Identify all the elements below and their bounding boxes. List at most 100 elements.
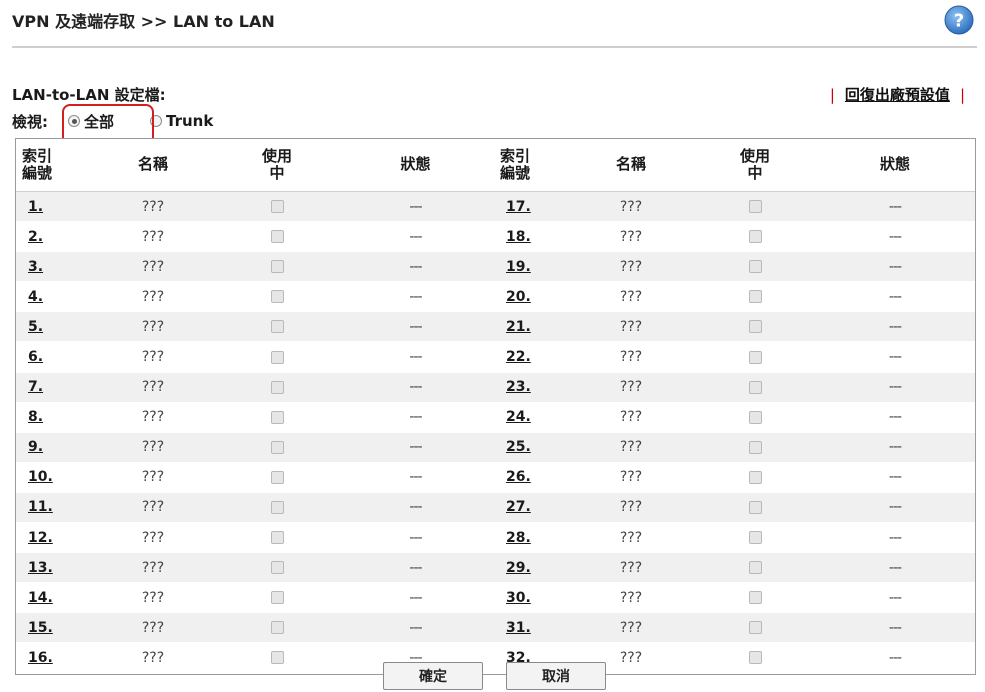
enable-checkbox[interactable] — [270, 200, 284, 214]
profile-index-link[interactable]: 17. — [506, 199, 531, 215]
enable-checkbox[interactable] — [270, 591, 284, 605]
separator-left: | — [829, 86, 835, 104]
table-row: 9.??? --- 25.??? --- — [16, 432, 975, 463]
enable-checkbox[interactable] — [270, 260, 284, 274]
enable-checkbox[interactable] — [748, 380, 762, 394]
profile-status: --- — [815, 402, 975, 433]
profile-index-link[interactable]: 15. — [28, 620, 53, 636]
enable-checkbox[interactable] — [748, 621, 762, 635]
profile-index-link[interactable]: 11. — [28, 499, 53, 515]
view-option-trunk-label: Trunk — [166, 112, 214, 130]
radio-all[interactable] — [68, 115, 80, 127]
profile-name: ??? — [567, 552, 695, 584]
profile-index-link[interactable]: 19. — [506, 259, 531, 275]
profile-index-link[interactable]: 20. — [506, 289, 531, 305]
table-row: 8.??? --- 24.??? --- — [16, 402, 975, 433]
view-option-trunk[interactable]: Trunk — [150, 112, 213, 130]
profile-index-link[interactable]: 3. — [28, 259, 43, 275]
profile-status: --- — [815, 642, 975, 674]
radio-trunk[interactable] — [150, 115, 163, 127]
enable-checkbox[interactable] — [748, 531, 762, 545]
view-option-all[interactable]: 全部 — [68, 111, 114, 132]
profile-index-link[interactable]: 31. — [506, 620, 531, 636]
profile-index-link[interactable]: 26. — [506, 469, 531, 485]
profile-index-link[interactable]: 18. — [506, 229, 531, 245]
ok-button[interactable]: 確定 — [383, 662, 483, 690]
profile-index-link[interactable]: 30. — [506, 590, 531, 606]
enable-checkbox[interactable] — [748, 591, 762, 605]
profile-enable-cell — [695, 191, 815, 223]
profile-index-link[interactable]: 2. — [28, 229, 43, 245]
restore-defaults-link[interactable]: 回復出廠預設值 — [845, 86, 950, 104]
enable-checkbox[interactable] — [748, 350, 762, 364]
profile-index-link[interactable]: 25. — [506, 439, 531, 455]
profile-name: ??? — [89, 221, 217, 253]
profile-index-link[interactable]: 14. — [28, 590, 53, 606]
enable-checkbox[interactable] — [270, 350, 284, 364]
enable-checkbox[interactable] — [270, 531, 284, 545]
enable-checkbox[interactable] — [270, 320, 284, 334]
question-icon[interactable]: ? — [943, 4, 975, 36]
profile-index-link[interactable]: 16. — [28, 650, 53, 666]
enable-checkbox[interactable] — [748, 470, 762, 484]
enable-checkbox[interactable] — [748, 260, 762, 274]
profile-enable-cell — [217, 552, 337, 584]
enable-checkbox[interactable] — [270, 621, 284, 635]
restore-defaults-area: | 回復出廠預設值 | — [820, 84, 975, 105]
profile-index-link[interactable]: 10. — [28, 469, 53, 485]
profile-name: ??? — [567, 492, 695, 524]
enable-checkbox[interactable] — [748, 410, 762, 424]
profile-status: --- — [815, 311, 975, 343]
profile-index-link[interactable]: 21. — [506, 319, 531, 335]
profile-enable-cell — [695, 492, 815, 524]
profile-index-cell-right: 29. — [494, 552, 567, 584]
profile-index-link[interactable]: 27. — [506, 499, 531, 515]
profile-index-link[interactable]: 9. — [28, 439, 43, 455]
enable-checkbox[interactable] — [748, 290, 762, 304]
profile-status: --- — [337, 191, 494, 223]
profile-index-link[interactable]: 22. — [506, 349, 531, 365]
profile-index-link[interactable]: 12. — [28, 530, 53, 546]
header-status: 狀態 — [337, 139, 494, 192]
profile-status: --- — [337, 221, 494, 253]
profile-index-link[interactable]: 4. — [28, 289, 43, 305]
profile-index-link[interactable]: 24. — [506, 409, 531, 425]
enable-checkbox[interactable] — [748, 561, 762, 575]
table-row: 15.??? --- 31.??? --- — [16, 612, 975, 644]
enable-checkbox[interactable] — [748, 230, 762, 244]
profile-index-link[interactable]: 13. — [28, 560, 53, 576]
enable-checkbox[interactable] — [748, 500, 762, 514]
profile-index-link[interactable]: 29. — [506, 560, 531, 576]
enable-checkbox[interactable] — [270, 500, 284, 514]
profile-index-link[interactable]: 5. — [28, 319, 43, 335]
profile-enable-cell — [217, 191, 337, 223]
enable-checkbox[interactable] — [748, 651, 762, 665]
profile-status: --- — [337, 492, 494, 524]
profile-index-link[interactable]: 1. — [28, 199, 43, 215]
enable-checkbox[interactable] — [270, 230, 284, 244]
profile-index-cell-right: 19. — [494, 251, 567, 283]
enable-checkbox[interactable] — [270, 290, 284, 304]
profile-name: ??? — [89, 612, 217, 644]
enable-checkbox[interactable] — [270, 561, 284, 575]
enable-checkbox[interactable] — [270, 380, 284, 394]
profile-enable-cell — [217, 311, 337, 343]
profile-index-cell-right: 26. — [494, 462, 567, 493]
profile-index-cell-left: 8. — [16, 402, 89, 433]
profile-index-link[interactable]: 28. — [506, 530, 531, 546]
enable-checkbox[interactable] — [748, 200, 762, 214]
profile-index-link[interactable]: 7. — [28, 379, 43, 395]
enable-checkbox[interactable] — [270, 651, 284, 665]
profile-index-link[interactable]: 6. — [28, 349, 43, 365]
enable-checkbox[interactable] — [748, 440, 762, 454]
profile-index-cell-left: 3. — [16, 251, 89, 283]
profile-enable-cell — [217, 281, 337, 313]
profile-index-link[interactable]: 23. — [506, 379, 531, 395]
enable-checkbox[interactable] — [270, 440, 284, 454]
cancel-button[interactable]: 取消 — [506, 662, 606, 690]
enable-checkbox[interactable] — [270, 410, 284, 424]
enable-checkbox[interactable] — [270, 470, 284, 484]
enable-checkbox[interactable] — [748, 320, 762, 334]
profile-enable-cell — [217, 642, 337, 674]
profile-index-link[interactable]: 8. — [28, 409, 43, 425]
